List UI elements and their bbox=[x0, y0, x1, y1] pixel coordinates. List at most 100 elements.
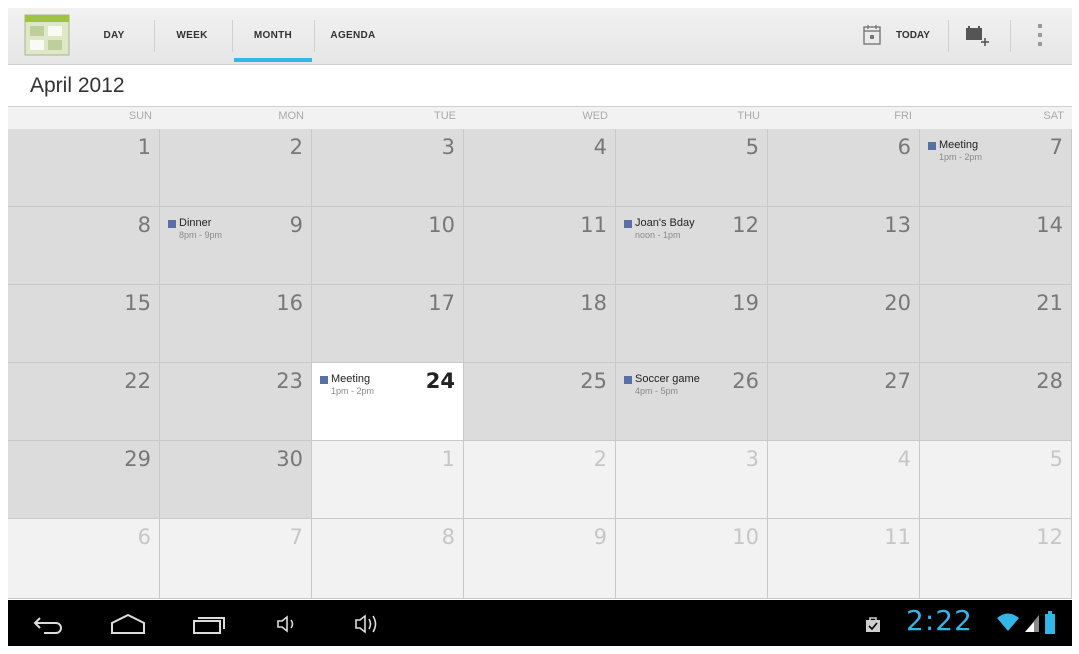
day-cell[interactable]: 8 bbox=[8, 207, 160, 285]
day-cell[interactable]: 14 bbox=[920, 207, 1072, 285]
day-cell[interactable]: 16 bbox=[160, 285, 312, 363]
overflow-menu-icon[interactable] bbox=[1036, 22, 1044, 53]
tab-week[interactable]: WEEK bbox=[174, 8, 210, 64]
weekday-header-thu: THU bbox=[737, 110, 760, 122]
day-number: 26 bbox=[732, 369, 759, 393]
day-number: 19 bbox=[732, 291, 759, 315]
today-calendar-icon[interactable] bbox=[863, 25, 881, 50]
day-number: 10 bbox=[732, 525, 759, 549]
day-cell[interactable]: 11 bbox=[768, 519, 920, 599]
tab-divider bbox=[232, 20, 233, 52]
day-cell[interactable]: 15 bbox=[8, 285, 160, 363]
new-event-icon[interactable] bbox=[964, 26, 990, 51]
tab-month-label: MONTH bbox=[253, 30, 293, 41]
day-cell[interactable]: 4 bbox=[768, 441, 920, 519]
tab-day[interactable]: DAY bbox=[100, 8, 128, 64]
day-cell[interactable]: 2 bbox=[160, 129, 312, 207]
day-number: 23 bbox=[276, 369, 303, 393]
day-cell[interactable]: 22 bbox=[8, 363, 160, 441]
action-bar: DAY WEEK MONTH AGENDA TODAY bbox=[8, 8, 1072, 65]
day-number: 1 bbox=[441, 447, 455, 471]
day-cell[interactable]: 13 bbox=[768, 207, 920, 285]
day-cell[interactable]: 3 bbox=[312, 129, 464, 207]
weekday-header-wed: WED bbox=[582, 110, 608, 122]
day-cell[interactable]: 26 Soccer game 4pm - 5pm bbox=[616, 363, 768, 441]
wifi-icon bbox=[996, 612, 1020, 637]
volume-down-icon[interactable] bbox=[276, 615, 300, 638]
day-number: 12 bbox=[1036, 525, 1063, 549]
day-number: 30 bbox=[276, 447, 303, 471]
day-cell[interactable]: 10 bbox=[616, 519, 768, 599]
day-number: 8 bbox=[137, 213, 151, 237]
event-color-swatch bbox=[624, 220, 632, 228]
tab-day-label: DAY bbox=[103, 30, 125, 41]
day-cell[interactable]: 9 Dinner 8pm - 9pm bbox=[160, 207, 312, 285]
day-cell[interactable]: 12 Joan's Bday noon - 1pm bbox=[616, 207, 768, 285]
day-cell[interactable]: 8 bbox=[312, 519, 464, 599]
day-number: 22 bbox=[124, 369, 151, 393]
day-number: 2 bbox=[289, 135, 303, 159]
day-number: 16 bbox=[276, 291, 303, 315]
day-cell[interactable]: 30 bbox=[160, 441, 312, 519]
day-number: 4 bbox=[897, 447, 911, 471]
calendar-app-icon[interactable] bbox=[24, 14, 70, 56]
day-number: 21 bbox=[1036, 291, 1063, 315]
tab-agenda[interactable]: AGENDA bbox=[330, 8, 376, 64]
volume-up-icon[interactable] bbox=[354, 613, 384, 640]
tab-week-label: WEEK bbox=[176, 30, 208, 41]
back-icon[interactable] bbox=[32, 614, 66, 639]
day-cell[interactable]: 1 bbox=[8, 129, 160, 207]
day-cell[interactable]: 11 bbox=[464, 207, 616, 285]
day-cell[interactable]: 21 bbox=[920, 285, 1072, 363]
day-number: 15 bbox=[124, 291, 151, 315]
day-number: 17 bbox=[428, 291, 455, 315]
day-cell[interactable]: 19 bbox=[616, 285, 768, 363]
day-cell[interactable]: 10 bbox=[312, 207, 464, 285]
notification-bag-icon[interactable] bbox=[864, 615, 882, 638]
day-cell[interactable]: 25 bbox=[464, 363, 616, 441]
day-number: 4 bbox=[593, 135, 607, 159]
battery-icon bbox=[1044, 611, 1056, 640]
event-time: 4pm - 5pm bbox=[635, 386, 679, 396]
day-number: 6 bbox=[897, 135, 911, 159]
event-color-swatch bbox=[320, 376, 328, 384]
day-cell[interactable]: 6 bbox=[768, 129, 920, 207]
event-time: 1pm - 2pm bbox=[939, 152, 983, 162]
day-cell[interactable]: 7 bbox=[160, 519, 312, 599]
day-cell[interactable]: 18 bbox=[464, 285, 616, 363]
day-number: 9 bbox=[593, 525, 607, 549]
day-number: 14 bbox=[1036, 213, 1063, 237]
day-cell[interactable]: 17 bbox=[312, 285, 464, 363]
day-cell[interactable]: 29 bbox=[8, 441, 160, 519]
tab-agenda-label: AGENDA bbox=[330, 30, 376, 41]
day-number: 11 bbox=[580, 213, 607, 237]
event-color-swatch bbox=[928, 142, 936, 150]
day-cell[interactable]: 23 bbox=[160, 363, 312, 441]
day-cell[interactable]: 12 bbox=[920, 519, 1072, 599]
day-number: 12 bbox=[732, 213, 759, 237]
today-button[interactable]: TODAY bbox=[896, 8, 930, 64]
day-cell[interactable]: 4 bbox=[464, 129, 616, 207]
day-cell[interactable]: 9 bbox=[464, 519, 616, 599]
recent-apps-icon[interactable] bbox=[192, 613, 226, 640]
day-number: 10 bbox=[428, 213, 455, 237]
day-cell[interactable]: 20 bbox=[768, 285, 920, 363]
weekday-header-mon: MON bbox=[278, 110, 304, 122]
day-cell[interactable]: 7 Meeting 1pm - 2pm bbox=[920, 129, 1072, 207]
day-number: 20 bbox=[884, 291, 911, 315]
day-number: 28 bbox=[1036, 369, 1063, 393]
day-cell[interactable]: 3 bbox=[616, 441, 768, 519]
day-cell[interactable]: 2 bbox=[464, 441, 616, 519]
day-cell-today[interactable]: 24 Meeting 1pm - 2pm bbox=[312, 363, 464, 441]
day-cell[interactable]: 28 bbox=[920, 363, 1072, 441]
day-cell[interactable]: 1 bbox=[312, 441, 464, 519]
day-cell[interactable]: 6 bbox=[8, 519, 160, 599]
day-number: 2 bbox=[593, 447, 607, 471]
day-cell[interactable]: 5 bbox=[616, 129, 768, 207]
day-cell[interactable]: 27 bbox=[768, 363, 920, 441]
home-icon[interactable] bbox=[110, 613, 146, 640]
day-cell[interactable]: 5 bbox=[920, 441, 1072, 519]
weekday-header-sun: SUN bbox=[128, 110, 152, 122]
event-title: Meeting bbox=[939, 139, 979, 151]
tab-month[interactable]: MONTH bbox=[234, 8, 312, 64]
